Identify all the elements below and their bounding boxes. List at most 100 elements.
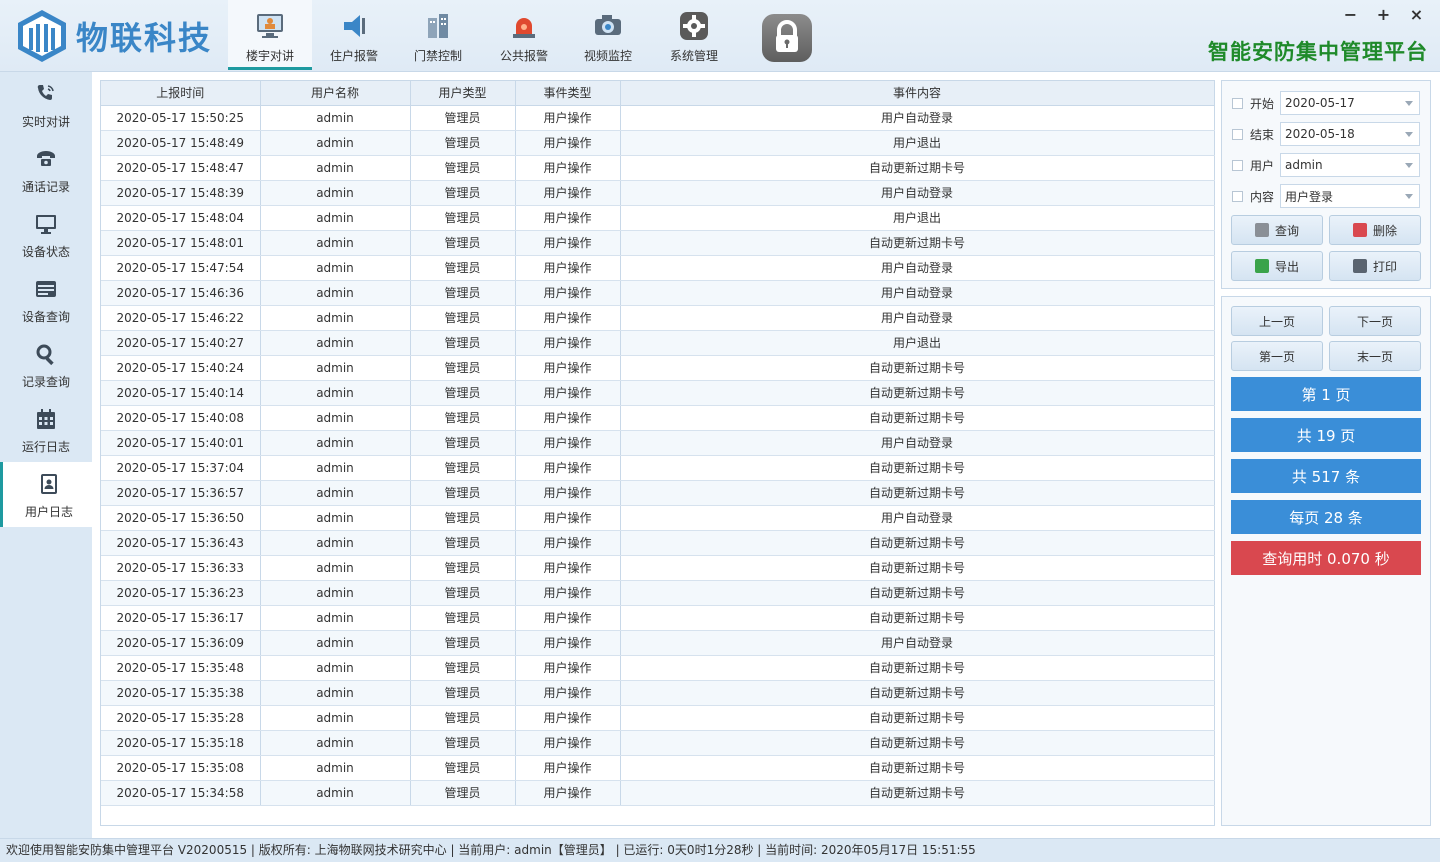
table-row[interactable]: 2020-05-17 15:48:04 admin 管理员 用户操作 用户退出 xyxy=(101,205,1215,231)
table-cell: 2020-05-17 15:40:14 xyxy=(101,380,261,406)
megaphone-icon xyxy=(344,15,365,37)
nav-tab-1[interactable]: 住户报警 xyxy=(312,0,396,70)
magnifier-icon xyxy=(1254,223,1269,237)
lock-button[interactable] xyxy=(762,14,812,62)
next-page-button[interactable]: 下一页 xyxy=(1329,306,1421,336)
table-cell: 自动更新过期卡号 xyxy=(620,705,1215,731)
export-button[interactable]: 导出 xyxy=(1231,251,1323,281)
column-header[interactable]: 上报时间 xyxy=(101,81,261,106)
table-row[interactable]: 2020-05-17 15:36:33 admin 管理员 用户操作 自动更新过期卡号 xyxy=(101,555,1215,581)
siren-icon xyxy=(513,18,535,38)
end-date-select[interactable]: 2020-05-18 xyxy=(1280,122,1420,146)
table-row[interactable]: 2020-05-17 15:40:24 admin 管理员 用户操作 自动更新过期卡号 xyxy=(101,355,1215,381)
sidebar-item-5[interactable]: 运行日志 xyxy=(0,397,92,462)
user-checkbox[interactable] xyxy=(1232,159,1243,171)
table-row[interactable]: 2020-05-17 15:47:54 admin 管理员 用户操作 用户自动登录 xyxy=(101,255,1215,281)
app-logo: 物联科技 xyxy=(14,6,224,66)
close-button[interactable]: × xyxy=(1403,4,1430,26)
sidebar-item-0[interactable]: 实时对讲 xyxy=(0,72,92,137)
nav-tab-5[interactable]: 系统管理 xyxy=(652,0,736,70)
building-icon xyxy=(428,14,448,38)
delete-x-icon xyxy=(1352,223,1367,237)
telephone-icon xyxy=(37,151,55,166)
user-select[interactable]: admin xyxy=(1280,153,1420,177)
sidebar-item-6[interactable]: 用户日志 xyxy=(0,462,92,527)
table-row[interactable]: 2020-05-17 15:36:43 admin 管理员 用户操作 自动更新过期卡号 xyxy=(101,530,1215,556)
table-cell: 用户操作 xyxy=(515,205,621,231)
nav-tab-2[interactable]: 门禁控制 xyxy=(396,0,480,70)
table-cell: 2020-05-17 15:40:01 xyxy=(101,430,261,456)
table-row[interactable]: 2020-05-17 15:48:39 admin 管理员 用户操作 用户自动登录 xyxy=(101,180,1215,206)
button-label: 查询 xyxy=(1274,223,1299,238)
nav-tab-0[interactable]: 楼宇对讲 xyxy=(228,0,312,70)
search-icon xyxy=(36,344,54,366)
column-header[interactable]: 事件类型 xyxy=(515,81,621,106)
start-date-select[interactable]: 2020-05-17 xyxy=(1280,91,1420,115)
table-row[interactable]: 2020-05-17 15:46:22 admin 管理员 用户操作 用户自动登录 xyxy=(101,305,1215,331)
sidebar-item-3[interactable]: 设备查询 xyxy=(0,267,92,332)
filter-label: 内容 xyxy=(1250,189,1275,204)
column-header[interactable]: 用户类型 xyxy=(410,81,516,106)
table-row[interactable]: 2020-05-17 15:36:17 admin 管理员 用户操作 自动更新过期卡号 xyxy=(101,605,1215,631)
table-row[interactable]: 2020-05-17 15:36:09 admin 管理员 用户操作 用户自动登录 xyxy=(101,630,1215,656)
content-select[interactable]: 用户登录 xyxy=(1280,184,1420,208)
table-row[interactable]: 2020-05-17 15:46:36 admin 管理员 用户操作 用户自动登录 xyxy=(101,280,1215,306)
table-row[interactable]: 2020-05-17 15:35:38 admin 管理员 用户操作 自动更新过期卡号 xyxy=(101,680,1215,706)
minimize-button[interactable]: − xyxy=(1337,4,1364,26)
table-cell: 用户操作 xyxy=(515,330,621,356)
table-cell: 管理员 xyxy=(410,230,516,256)
last-page-button[interactable]: 末一页 xyxy=(1329,341,1421,371)
nav-tab-label: 公共报警 xyxy=(499,49,548,63)
table-row[interactable]: 2020-05-17 15:35:48 admin 管理员 用户操作 自动更新过期卡号 xyxy=(101,655,1215,681)
query-button[interactable]: 查询 xyxy=(1231,215,1323,245)
table-row[interactable]: 2020-05-17 15:36:50 admin 管理员 用户操作 用户自动登录 xyxy=(101,505,1215,531)
sidebar-item-4[interactable]: 记录查询 xyxy=(0,332,92,397)
table-cell: admin xyxy=(260,180,411,206)
table-row[interactable]: 2020-05-17 15:35:18 admin 管理员 用户操作 自动更新过期卡号 xyxy=(101,730,1215,756)
table-cell: 2020-05-17 15:35:08 xyxy=(101,755,261,781)
table-cell: 用户自动登录 xyxy=(620,505,1215,531)
sidebar-item-label: 实时对讲 xyxy=(21,115,70,129)
table-row[interactable]: 2020-05-17 15:40:14 admin 管理员 用户操作 自动更新过期卡号 xyxy=(101,380,1215,406)
table-row[interactable]: 2020-05-17 15:36:57 admin 管理员 用户操作 自动更新过期卡号 xyxy=(101,480,1215,506)
table-row[interactable]: 2020-05-17 15:48:47 admin 管理员 用户操作 自动更新过期卡号 xyxy=(101,155,1215,181)
delete-button[interactable]: 删除 xyxy=(1329,215,1421,245)
end-checkbox[interactable] xyxy=(1232,128,1243,140)
table-cell: admin xyxy=(260,430,411,456)
table-row[interactable]: 2020-05-17 15:48:01 admin 管理员 用户操作 自动更新过期卡号 xyxy=(101,230,1215,256)
table-row[interactable]: 2020-05-17 15:40:01 admin 管理员 用户操作 用户自动登录 xyxy=(101,430,1215,456)
table-cell: 用户操作 xyxy=(515,680,621,706)
table-cell: 2020-05-17 15:37:04 xyxy=(101,455,261,481)
content-checkbox[interactable] xyxy=(1232,190,1243,202)
table-row[interactable]: 2020-05-17 15:35:28 admin 管理员 用户操作 自动更新过期卡号 xyxy=(101,705,1215,731)
first-page-button[interactable]: 第一页 xyxy=(1231,341,1323,371)
table-row[interactable]: 2020-05-17 15:48:49 admin 管理员 用户操作 用户退出 xyxy=(101,130,1215,156)
column-header[interactable]: 事件内容 xyxy=(620,81,1215,106)
table-cell: admin xyxy=(260,780,411,806)
table-cell: 用户操作 xyxy=(515,480,621,506)
table-row[interactable]: 2020-05-17 15:40:27 admin 管理员 用户操作 用户退出 xyxy=(101,330,1215,356)
table-cell: 用户操作 xyxy=(515,230,621,256)
table-cell: 2020-05-17 15:36:23 xyxy=(101,580,261,606)
table-cell: 自动更新过期卡号 xyxy=(620,480,1215,506)
table-row[interactable]: 2020-05-17 15:35:08 admin 管理员 用户操作 自动更新过期卡号 xyxy=(101,755,1215,781)
nav-tab-label: 系统管理 xyxy=(669,49,718,63)
table-row[interactable]: 2020-05-17 15:34:58 admin 管理员 用户操作 自动更新过期卡号 xyxy=(101,780,1215,806)
table-row[interactable]: 2020-05-17 15:37:04 admin 管理员 用户操作 自动更新过期卡号 xyxy=(101,455,1215,481)
button-label: 打印 xyxy=(1372,259,1397,274)
table-row[interactable]: 2020-05-17 15:36:23 admin 管理员 用户操作 自动更新过期卡号 xyxy=(101,580,1215,606)
nav-tab-label: 视频监控 xyxy=(583,49,632,63)
maximize-button[interactable]: + xyxy=(1370,4,1397,26)
nav-tab-3[interactable]: 公共报警 xyxy=(482,0,566,70)
table-row[interactable]: 2020-05-17 15:40:08 admin 管理员 用户操作 自动更新过期卡号 xyxy=(101,405,1215,431)
column-header[interactable]: 用户名称 xyxy=(260,81,411,106)
table-row[interactable]: 2020-05-17 15:50:25 admin 管理员 用户操作 用户自动登录 xyxy=(101,105,1215,131)
start-checkbox[interactable] xyxy=(1232,97,1243,109)
table-cell: 用户自动登录 xyxy=(620,630,1215,656)
sidebar-item-1[interactable]: 通话记录 xyxy=(0,137,92,202)
sidebar-item-2[interactable]: 设备状态 xyxy=(0,202,92,267)
prev-page-button[interactable]: 上一页 xyxy=(1231,306,1323,336)
print-button[interactable]: 打印 xyxy=(1329,251,1421,281)
nav-tab-4[interactable]: 视频监控 xyxy=(566,0,650,70)
sidebar-item-label: 通话记录 xyxy=(21,180,70,194)
